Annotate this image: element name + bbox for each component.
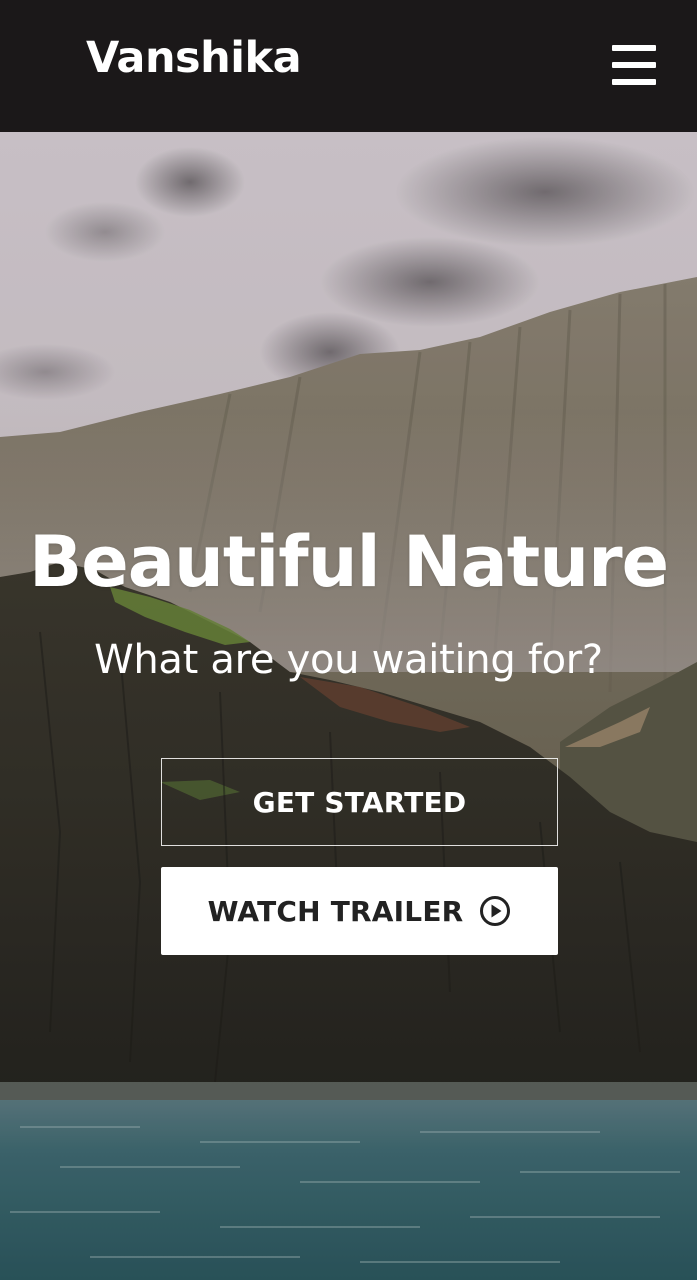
- hero-title: Beautiful Nature: [28, 521, 669, 603]
- hero-content: Beautiful Nature What are you waiting fo…: [0, 132, 697, 1280]
- navbar: Vanshika: [0, 0, 697, 132]
- menu-bar-middle: [612, 62, 656, 68]
- watch-trailer-label: WATCH TRAILER: [207, 894, 464, 928]
- play-circle-icon: [480, 896, 511, 926]
- hero-subtitle: What are you waiting for?: [94, 637, 603, 683]
- menu-bar-bottom: [612, 79, 656, 85]
- brand-logo[interactable]: Vanshika: [86, 33, 302, 83]
- menu-bar-top: [612, 45, 656, 51]
- watch-trailer-button[interactable]: WATCH TRAILER: [161, 867, 558, 955]
- get-started-button[interactable]: GET STARTED: [161, 758, 558, 846]
- hero-section: Beautiful Nature What are you waiting fo…: [0, 132, 697, 1280]
- hamburger-menu-icon[interactable]: [612, 45, 656, 85]
- get-started-label: GET STARTED: [252, 785, 467, 819]
